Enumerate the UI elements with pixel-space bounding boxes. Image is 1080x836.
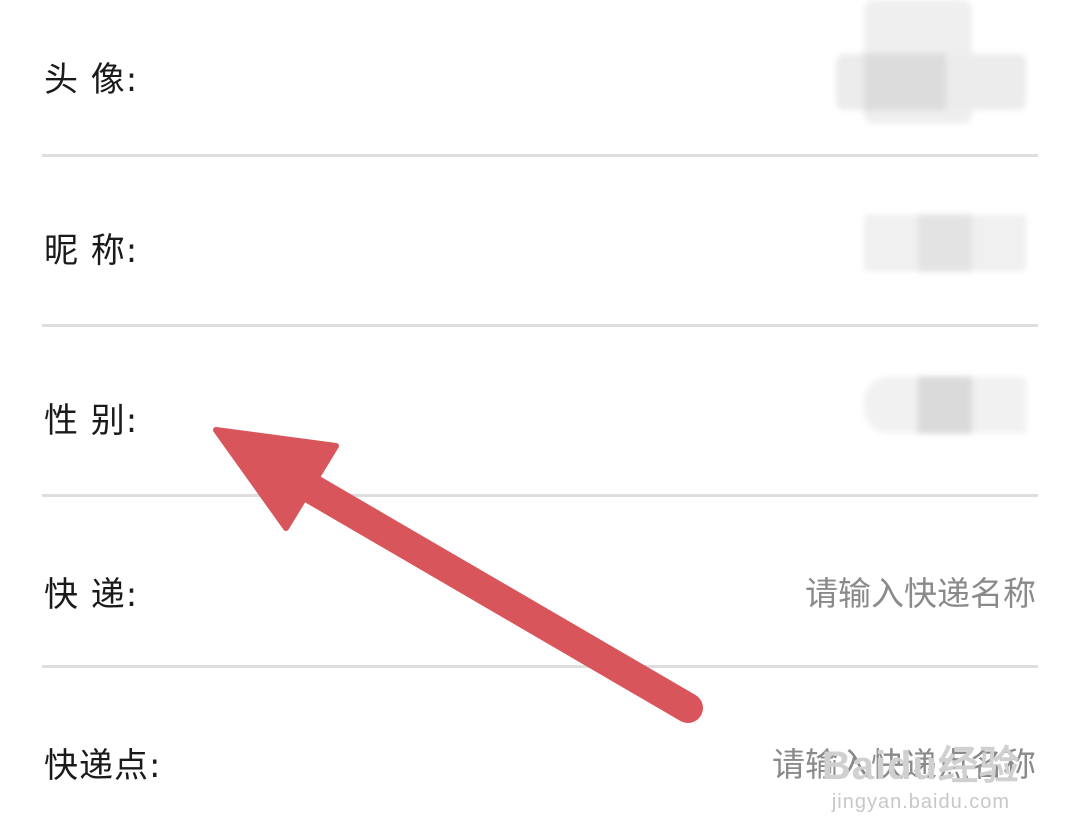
baidu-watermark: Baidu经验 jingyan.baidu.com — [822, 733, 1020, 814]
gender-value — [864, 377, 1026, 433]
watermark-url: jingyan.baidu.com — [831, 791, 1011, 813]
avatar-row[interactable]: 头 像: — [0, 0, 1080, 170]
express-row[interactable]: 快 递: 请输入快递名称 — [0, 497, 1080, 667]
express-input[interactable]: 请输入快递名称 — [805, 567, 1036, 615]
express-label: 快 递: — [44, 575, 139, 615]
watermark-logo: Baidu经验 — [821, 744, 1020, 788]
avatar-label: 头 像: — [44, 60, 139, 100]
nickname-label: 昵 称: — [44, 231, 139, 271]
express-point-label: 快递点: — [44, 746, 162, 786]
nickname-row[interactable]: 昵 称: — [0, 157, 1080, 327]
profile-edit-page: 头 像: 昵 称: 性 别: 快 递: 请输入快递名称 快递点: 请输入快递点名… — [0, 0, 1080, 836]
nickname-value — [864, 215, 1026, 271]
gender-label: 性 别: — [44, 401, 139, 441]
avatar-image[interactable] — [836, 0, 1028, 124]
gender-row[interactable]: 性 别: — [0, 327, 1080, 497]
